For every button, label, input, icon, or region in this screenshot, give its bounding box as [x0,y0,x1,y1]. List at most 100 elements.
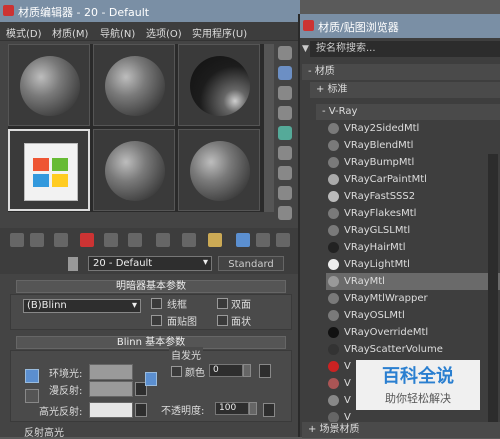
browser-title: 材质/贴图浏览器 [318,21,399,34]
go-to-parent-icon[interactable] [256,233,270,247]
self-illum-map-button[interactable] [259,364,271,378]
section-materials[interactable]: - 材质 [302,64,500,80]
material-slot[interactable] [178,44,260,126]
browser-scrollbar[interactable] [488,154,498,434]
self-illum-value-field[interactable]: 0 [209,364,243,377]
sphere-preview-icon [105,141,165,201]
material-slot[interactable] [8,44,90,126]
material-sphere-icon [328,191,339,202]
ambient-lock-button[interactable] [145,372,157,386]
material-item-label: VRay2SidedMtl [344,123,420,134]
material-id-icon[interactable] [182,233,196,247]
editor-toolbar [0,228,300,254]
video-color-check-icon[interactable] [278,126,292,140]
shader-dropdown[interactable]: (B)Blinn ▾ [23,299,141,313]
backlight-icon[interactable] [278,66,292,80]
material-list-item[interactable]: VRayScatterVolume [326,341,500,358]
color-label: 颜色 [185,368,205,379]
assign-to-selection-icon[interactable] [54,233,68,247]
chevron-down-icon: ▾ [131,300,137,311]
search-options-icon[interactable]: ▼ [302,44,309,54]
menu-material[interactable]: 材质(M) [52,25,88,40]
material-list-item[interactable]: VRayHairMtl [326,239,500,256]
material-slot[interactable] [93,129,175,211]
material-sphere-icon [328,276,339,287]
lock-diffuse-specular-icon[interactable] [25,389,39,403]
reset-icon[interactable] [80,233,94,247]
eyedropper-icon[interactable] [68,257,78,271]
material-list-item[interactable]: VRayFlakesMtl [326,205,500,222]
sample-type-icon[interactable] [278,46,292,60]
navigator-icon[interactable] [278,206,292,220]
material-sphere-icon [328,123,339,134]
menu-options[interactable]: 选项(O) [146,25,182,40]
select-by-material-icon[interactable] [278,186,292,200]
opacity-spinner[interactable] [249,402,257,415]
lock-ambient-diffuse-icon[interactable] [25,369,39,383]
search-input[interactable]: 按名称搜索... [310,41,500,57]
two-sided-checkbox[interactable] [217,298,228,309]
slots-scrollbar[interactable] [264,44,274,212]
material-list-item[interactable]: VRayOverrideMtl [326,324,500,341]
material-name-field[interactable]: 20 - Default ▾ [88,256,212,271]
material-slot[interactable] [178,129,260,211]
material-list-item[interactable]: VRayFastSSS2 [326,188,500,205]
material-item-label: VRayBlendMtl [344,140,414,151]
menu-mode[interactable]: 模式(D) [6,25,42,40]
menu-navigation[interactable]: 导航(N) [100,25,135,40]
material-item-label: VRayOverrideMtl [344,327,429,338]
material-item-label: VRayScatterVolume [344,344,443,355]
ambient-color-swatch[interactable] [89,364,133,380]
chevron-down-icon: ▾ [202,257,208,268]
material-type-button[interactable]: Standard [218,256,284,271]
material-list-item[interactable]: VRayCarPaintMtl [326,171,500,188]
self-illum-spinner[interactable] [243,364,251,377]
opacity-field[interactable]: 100 [215,402,249,415]
material-item-label: V [344,361,351,372]
make-preview-icon[interactable] [278,146,292,160]
faceted-label: 面状 [231,317,251,328]
options-icon[interactable] [278,166,292,180]
opacity-map-button[interactable] [263,403,275,417]
section-vray[interactable]: - V-Ray [316,104,500,120]
material-list-item[interactable]: VRayMtl [326,273,500,290]
specular-map-button[interactable] [135,403,147,417]
faceted-checkbox[interactable] [217,315,228,326]
go-forward-sibling-icon[interactable] [276,233,290,247]
sphere-preview-icon [190,141,250,201]
material-sphere-icon [328,327,339,338]
self-illum-color-checkbox[interactable] [171,366,182,377]
material-slot-selected[interactable] [8,129,90,211]
material-list-item[interactable]: VRay2SidedMtl [326,120,500,137]
sphere-preview-icon [20,56,80,116]
make-unique-icon[interactable] [128,233,142,247]
uv-tiling-icon[interactable] [278,106,292,120]
put-to-scene-icon[interactable] [30,233,44,247]
shader-rollout-header[interactable]: 明暗器基本参数 [16,280,286,293]
menu-utilities[interactable]: 实用程序(U) [192,25,247,40]
blinn-rollout-header[interactable]: Blinn 基本参数 [16,336,286,349]
section-scene-materials[interactable]: + 场景材质 [302,422,500,438]
material-slot[interactable] [93,44,175,126]
get-material-icon[interactable] [10,233,24,247]
specular-color-swatch[interactable] [89,402,133,418]
background-icon[interactable] [278,86,292,100]
watermark-main-text: 百科全说 [382,366,454,387]
show-end-result-icon[interactable] [236,233,250,247]
show-map-icon[interactable] [208,233,222,247]
material-list-item[interactable]: VRayGLSLMtl [326,222,500,239]
copy-material-icon[interactable] [104,233,118,247]
material-list-item[interactable]: VRayBumpMtl [326,154,500,171]
put-to-library-icon[interactable] [156,233,170,247]
section-standard[interactable]: + 标准 [310,82,500,98]
diffuse-color-swatch[interactable] [89,381,133,397]
wire-checkbox[interactable] [151,298,162,309]
material-list-item[interactable]: VRayBlendMtl [326,137,500,154]
specular-label: 高光反射: [39,407,83,418]
material-list-item[interactable]: VRayMtlWrapper [326,290,500,307]
material-list-item[interactable]: VRayLightMtl [326,256,500,273]
side-toolbar [276,44,296,220]
material-list-item[interactable]: VRayOSLMtl [326,307,500,324]
diffuse-label: 漫反射: [49,386,83,397]
face-map-checkbox[interactable] [151,315,162,326]
